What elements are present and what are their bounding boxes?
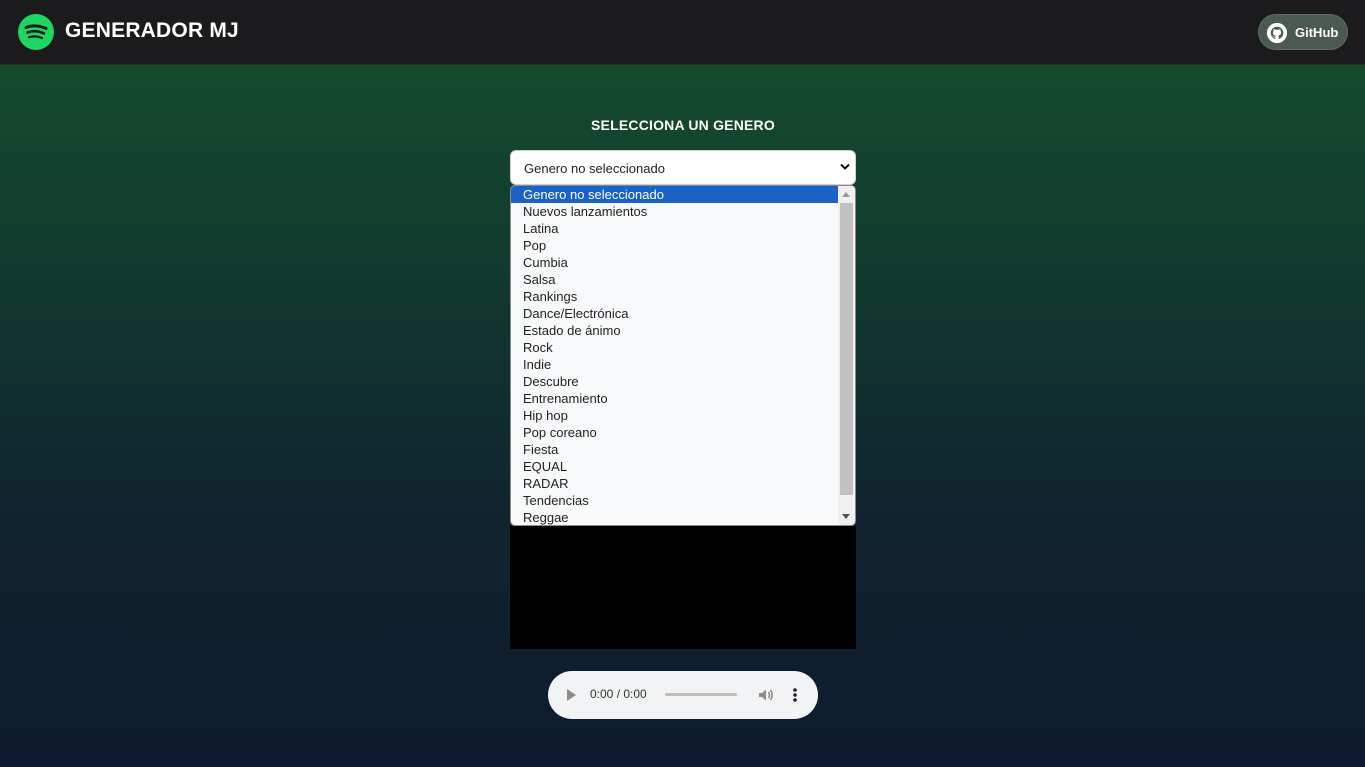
genre-option[interactable]: EQUAL — [511, 458, 838, 475]
play-icon[interactable] — [567, 689, 576, 701]
chevron-down-icon — [840, 163, 850, 170]
scroll-up-arrow-icon[interactable] — [842, 192, 850, 197]
genre-option[interactable]: Pop — [511, 237, 838, 254]
genre-option[interactable]: Genero no seleccionado — [511, 186, 838, 203]
scrollbar-thumb[interactable] — [840, 203, 853, 495]
genre-option[interactable]: Latina — [511, 220, 838, 237]
genre-select-value: Genero no seleccionado — [524, 161, 665, 176]
genre-option[interactable]: Reggae — [511, 509, 838, 525]
audio-progress-bar[interactable] — [665, 693, 737, 696]
genre-option[interactable]: Rock — [511, 339, 838, 356]
genre-option[interactable]: Cumbia — [511, 254, 838, 271]
github-label: GitHub — [1295, 25, 1339, 40]
navbar: GENERADOR MJ GitHub — [0, 0, 1365, 65]
genre-option[interactable]: Rankings — [511, 288, 838, 305]
github-button[interactable]: GitHub — [1258, 14, 1348, 50]
genre-option[interactable]: Descubre — [511, 373, 838, 390]
audio-player: 0:00 / 0:00 — [548, 671, 818, 719]
github-icon — [1266, 22, 1288, 44]
volume-icon[interactable] — [757, 686, 775, 704]
brand-title[interactable]: GENERADOR MJ — [65, 19, 239, 43]
scroll-down-arrow-icon[interactable] — [842, 514, 850, 519]
genre-select[interactable]: Genero no seleccionado — [510, 150, 856, 185]
dropdown-scrollbar[interactable] — [838, 186, 855, 525]
genre-dropdown-list[interactable]: Genero no seleccionado Nuevos lanzamient… — [510, 185, 856, 526]
genre-option[interactable]: Indie — [511, 356, 838, 373]
genre-option[interactable]: Pop coreano — [511, 424, 838, 441]
more-options-icon[interactable] — [788, 686, 802, 704]
genre-option[interactable]: Tendencias — [511, 492, 838, 509]
genre-option[interactable]: Salsa — [511, 271, 838, 288]
genre-option[interactable]: RADAR — [511, 475, 838, 492]
audio-time: 0:00 / 0:00 — [590, 687, 647, 701]
video-player-area[interactable] — [510, 526, 856, 649]
genre-option[interactable]: Dance/Electrónica — [511, 305, 838, 322]
genre-option[interactable]: Fiesta — [511, 441, 838, 458]
genre-option[interactable]: Hip hop — [511, 407, 838, 424]
genre-option[interactable]: Estado de ánimo — [511, 322, 838, 339]
section-title: SELECCIONA UN GENERO — [591, 117, 775, 133]
genre-option[interactable]: Nuevos lanzamientos — [511, 203, 838, 220]
genre-options: Genero no seleccionado Nuevos lanzamient… — [511, 186, 838, 525]
genre-option[interactable]: Entrenamiento — [511, 390, 838, 407]
spotify-logo-icon[interactable] — [18, 14, 54, 50]
